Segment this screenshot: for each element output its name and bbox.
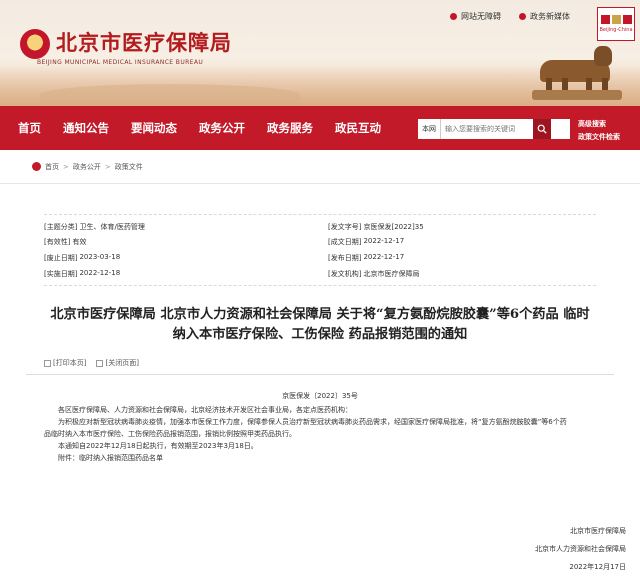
home-icon [32, 162, 41, 171]
close-page-button[interactable]: [关闭页面] [96, 358, 139, 368]
policy-search-link[interactable]: 政策文件检索 [578, 132, 620, 142]
nav-side-links: 高级搜索 政策文件检索 [578, 119, 620, 142]
capital-seal-icon [600, 15, 632, 24]
document-body: 京医保发〔2022〕35号 各区医疗保障局、人力资源和社会保障局，北京经济技术开… [44, 390, 596, 464]
document-title: 北京市医疗保障局 北京市人力资源和社会保障局 关于将“复方氨酚烷胺胶囊”等6个药… [26, 305, 614, 345]
metadata-key: [有效性] [44, 238, 71, 247]
nav-interaction[interactable]: 政民互动 [324, 120, 392, 136]
signer: 北京市医疗保障局 [570, 527, 626, 535]
breadcrumb-gov-affairs[interactable]: 政务公开 [73, 162, 101, 172]
breadcrumb-policy-docs[interactable]: 政策文件 [115, 162, 143, 172]
metadata-value: 京医保发[2022]35 [363, 222, 424, 231]
emblem-icon [20, 29, 50, 59]
advanced-search-link[interactable]: 高级搜索 [578, 119, 620, 129]
site-logo[interactable]: 北京市医疗保障局 BEIJING MUNICIPAL MEDICAL INSUR… [20, 27, 232, 66]
signer: 北京市人力资源和社会保障局 [535, 545, 626, 553]
nav-gov-affairs[interactable]: 政务公开 [188, 120, 256, 136]
metadata-value: 北京市医疗保障局 [363, 269, 420, 278]
breadcrumb-separator: > [104, 162, 111, 171]
nav-news[interactable]: 要闻动态 [120, 120, 188, 136]
close-icon [96, 359, 104, 367]
new-media-icon [519, 13, 526, 20]
metadata-row: [废止日期] 2023-03-18 [发布日期] 2022-12-17 [44, 250, 596, 266]
capital-logo[interactable]: Beijing-China [597, 7, 635, 41]
attachment-link[interactable]: 附件：临时纳入报销范围药品名单 [44, 452, 596, 464]
page-actions: [打印本页] [关闭页面] [44, 358, 139, 368]
top-links: 网站无障碍 政务新媒体 [450, 11, 570, 22]
banner-landscape [40, 84, 300, 106]
metadata-key: [发文字号] [328, 222, 362, 231]
metadata-row: [实施日期] 2022-12-18 [发文机构] 北京市医疗保障局 [44, 266, 596, 282]
nav-home[interactable]: 首页 [0, 120, 52, 136]
search-input[interactable] [441, 125, 533, 133]
metadata-key: [发文机构] [328, 269, 362, 278]
metadata-value: 2022-12-17 [363, 252, 405, 261]
document-title-line: 纳入本市医疗保险、工伤保险 药品报销范围的通知 [172, 327, 468, 342]
search-button[interactable] [533, 119, 551, 139]
site-title-en: BEIJING MUNICIPAL MEDICAL INSURANCE BURE… [37, 59, 204, 66]
accessibility-link[interactable]: 网站无障碍 [461, 11, 501, 22]
new-media-link[interactable]: 政务新媒体 [530, 11, 570, 22]
metadata-key: [实施日期] [44, 269, 78, 278]
metadata-row: [有效性] 有效 [成文日期] 2022-12-17 [44, 235, 596, 251]
bronze-ox-statue-icon [522, 40, 622, 102]
metadata-value: 2022-12-17 [363, 237, 405, 246]
breadcrumb: 首页 > 政务公开 > 政策文件 [0, 150, 640, 184]
metadata-key: [发布日期] [328, 253, 362, 262]
capital-logo-caption: Beijing-China [599, 27, 633, 33]
header-banner: 网站无障碍 政务新媒体 Beijing-China 北京市医疗保障局 BEIJI… [0, 0, 640, 106]
metadata-key: [废止日期] [44, 253, 78, 262]
metadata-value: 2022-12-18 [79, 268, 121, 277]
breadcrumb-separator: > [63, 162, 69, 171]
nav-notices[interactable]: 通知公告 [52, 120, 120, 136]
metadata-row: [主题分类] 卫生、体育/医药管理 [发文字号] 京医保发[2022]35 [44, 219, 596, 235]
metadata-key: [成文日期] [328, 238, 362, 247]
close-label: [关闭页面] [105, 359, 139, 367]
title-divider [26, 374, 614, 375]
search-icon [537, 124, 547, 134]
print-button[interactable]: [打印本页] [44, 358, 86, 368]
document-date: 2022年12月17日 [569, 563, 626, 571]
main-nav: 首页 通知公告 要闻动态 政务公开 政务服务 政民互动 本网 高级搜索 政策文件… [0, 106, 640, 150]
document-metadata: [主题分类] 卫生、体育/医药管理 [发文字号] 京医保发[2022]35 [有效性… [44, 214, 596, 287]
paragraph: 本通知自2022年12月18日起执行，有效期至2023年3月18日。 [58, 442, 258, 450]
nav-services[interactable]: 政务服务 [256, 120, 324, 136]
metadata-value: 卫生、体育/医药管理 [79, 222, 145, 231]
metadata-value: 有效 [72, 238, 87, 247]
metadata-value: 2023-03-18 [79, 252, 121, 261]
print-label: [打印本页] [53, 359, 87, 367]
print-icon [44, 359, 51, 367]
site-search: 本网 [418, 119, 570, 139]
accessibility-icon [450, 13, 457, 20]
article-content: [主题分类] 卫生、体育/医药管理 [发文字号] 京医保发[2022]35 [有效性… [0, 184, 640, 583]
paragraph: 为积极应对新型冠状病毒肺炎疫情，加强本市医保工作力度，保障参保人员治疗新型冠状病… [58, 418, 567, 426]
breadcrumb-home[interactable]: 首页 [45, 162, 59, 172]
paragraph-continued: 品临时纳入本市医疗保险、工伤保险药品报销范围，报销比例按照甲类药品执行。 [44, 430, 296, 438]
document-number: 京医保发〔2022〕35号 [282, 392, 358, 400]
site-title: 北京市医疗保障局 [56, 30, 232, 55]
document-title-line: 北京市医疗保障局 北京市人力资源和社会保障局 关于将“复方氨酚烷胺胶囊”等6个药… [50, 307, 590, 322]
search-scope-select[interactable]: 本网 [418, 119, 441, 139]
metadata-key: [主题分类] [44, 222, 78, 231]
addressee: 各区医疗保障局、人力资源和社会保障局，北京经济技术开发区社会事业局，各定点医药机… [58, 406, 352, 414]
